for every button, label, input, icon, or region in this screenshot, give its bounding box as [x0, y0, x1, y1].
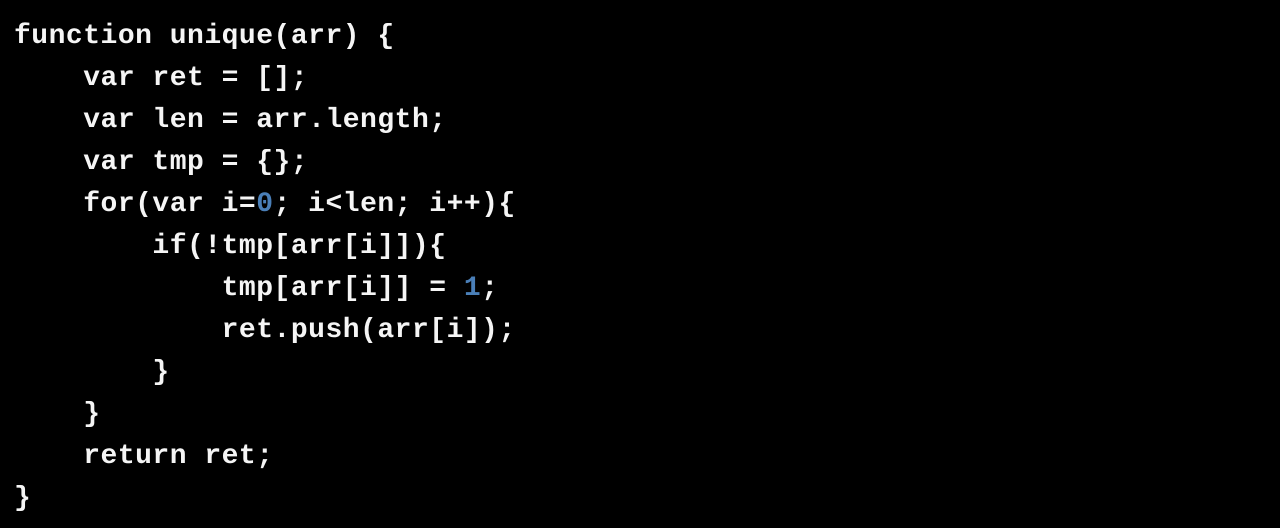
- code-line-7a: tmp[arr[i]] =: [14, 273, 464, 304]
- code-line-12: }: [14, 483, 31, 514]
- code-line-1: function unique(arr) {: [14, 21, 395, 52]
- number-literal-1: 1: [464, 273, 481, 304]
- code-line-7b: ;: [481, 273, 498, 304]
- code-block: function unique(arr) { var ret = []; var…: [14, 16, 1266, 520]
- code-line-2: var ret = [];: [14, 63, 308, 94]
- code-line-3: var len = arr.length;: [14, 105, 447, 136]
- number-literal-0: 0: [256, 189, 273, 220]
- code-line-8: ret.push(arr[i]);: [14, 315, 516, 346]
- code-line-11: return ret;: [14, 441, 274, 472]
- code-line-5b: ; i<len; i++){: [274, 189, 516, 220]
- code-line-5a: for(var i=: [14, 189, 256, 220]
- code-line-9: }: [14, 357, 170, 388]
- code-line-6: if(!tmp[arr[i]]){: [14, 231, 447, 262]
- code-line-10: }: [14, 399, 101, 430]
- code-line-4: var tmp = {};: [14, 147, 308, 178]
